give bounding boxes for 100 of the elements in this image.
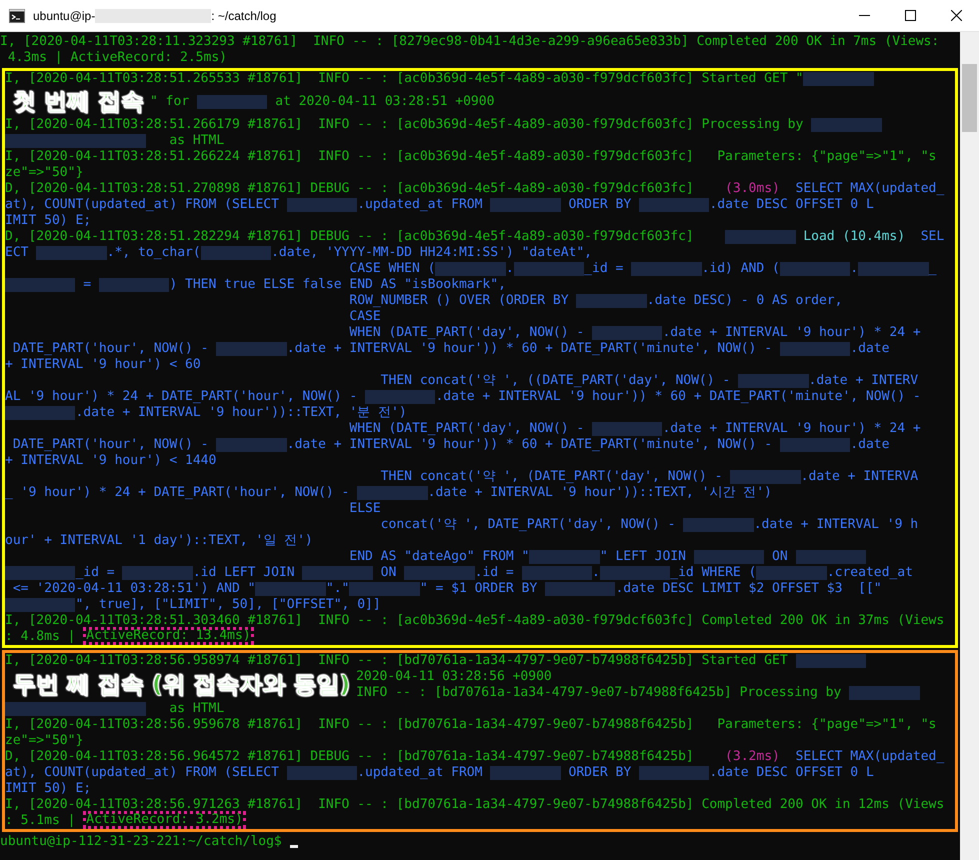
annotation-label: 두번 째 접속 (위 접속자와 동일)	[12, 671, 352, 700]
sql-text: _id WHERE (	[670, 565, 756, 581]
sql-text: .updated_at FROM	[357, 765, 484, 781]
redaction-bar	[631, 262, 702, 276]
redaction-bar	[286, 766, 358, 780]
sql-text: .date DESC LIMIT $2 OFFSET $3 [["	[615, 581, 882, 597]
sql-text: CASE WHEN (	[348, 261, 436, 277]
sql-text: + INTERVAL '9 hour') < 60	[5, 357, 201, 373]
sql-text: .date + INTERVAL '9 hour')) * 60 + DATE_PART('minute', NOW() -	[286, 341, 774, 357]
log-text: I, [2020-04-11T03:28:51.265533 #18761] INFO -- : [ac0b369d-4e5f-4a89-a030-f979dcf603fc] Started GET "	[5, 71, 804, 87]
sql-text: .date, 'YYYY-MM-DD HH24:MI:SS') "dateAt",	[271, 245, 592, 261]
redaction-bar	[529, 550, 600, 564]
sql-text: ROW_NUMBER () OVER (ORDER BY	[348, 293, 570, 309]
log-text: D, [2020-04-11T03:28:56.964572 #18761] DEBUG -- : [bd70761a-1a34-4797-9e07-b74988f6425b]	[5, 749, 694, 765]
sql-text: .updated_at FROM	[357, 197, 484, 213]
redaction-bar	[522, 566, 592, 580]
sql-text: .date + INTERVAL '9 hour') * 24 +	[662, 421, 921, 437]
log-text: D, [2020-04-11T03:28:51.270898 #18761] DEBUG -- : [ac0b369d-4e5f-4a89-a030-f979dcf603fc]	[5, 181, 694, 197]
highlighted-text: ActiveRecord: 13.4ms)	[83, 627, 254, 645]
redaction-bar	[216, 438, 287, 452]
sql-text: .	[850, 261, 858, 277]
sql-text: IMIT 50) E;	[5, 781, 92, 797]
log-text: 2020-04-11 03:28:56 +0900	[356, 669, 552, 685]
sql-text: .date + INTERV	[808, 373, 918, 389]
sql-text: ", true], ["LIMIT", 50], ["OFFSET", 0]]	[75, 597, 381, 613]
sql-text: .id) AND (	[702, 261, 780, 277]
window-title: ubuntu@ip-	[33, 8, 96, 22]
sql-text: _id =	[584, 261, 624, 277]
log-text: I, [2020-04-11T03:28:56.959678 #18761] INFO -- : [bd70761a-1a34-4797-9e07-b74988f6425b] Parameters: {"page"=>"1", "s	[5, 717, 936, 733]
redaction-bar	[98, 278, 170, 292]
redaction-bar	[683, 518, 754, 532]
sql-text: SEL	[920, 229, 944, 245]
redaction-bar	[122, 566, 193, 580]
highlighted-text: ActiveRecord: 3.2ms)	[83, 811, 246, 829]
redaction-bar	[514, 262, 584, 276]
redaction-bar	[490, 198, 561, 212]
sql-text: " LEFT JOIN	[600, 549, 687, 565]
redaction-bar	[600, 566, 670, 580]
scrollbar[interactable]	[960, 32, 979, 860]
redaction-bar	[5, 406, 76, 420]
log-text: : 5.1ms |	[5, 813, 76, 829]
sql-text: .date + INTERVAL '9 hour')) * 60 + DATE_PART('minute', NOW() -	[435, 389, 921, 405]
sql-text: THEN concat('약 ', (DATE_PART('day', NOW() -	[380, 469, 724, 485]
redaction-bar	[803, 72, 874, 86]
sql-text: concat('약 ', DATE_PART('day', NOW() -	[380, 517, 676, 533]
log-text: I, [2020-04-11T03:28:51.303460 #18761] INFO -- : [ac0b369d-4e5f-4a89-a030-f979dcf603fc] Completed 200 OK in 37ms (Views	[5, 613, 944, 629]
log-text: as HTML	[168, 133, 224, 149]
annotation-label: 첫 번째 접속	[12, 88, 146, 117]
sql-text: + INTERVAL '9 hour') < 1440	[5, 453, 216, 469]
redaction-bar	[5, 702, 76, 716]
redaction-bar	[811, 118, 882, 132]
redaction-bar	[796, 654, 866, 668]
redaction-bar	[592, 326, 662, 340]
redaction-bar	[5, 598, 76, 612]
sql-text: WHEN (DATE_PART('day', NOW() -	[348, 325, 586, 341]
sql-text: " = $1 ORDER BY	[420, 581, 538, 597]
redaction-bar	[357, 486, 428, 500]
redaction-bar	[592, 422, 662, 436]
sql-text: .created_at	[826, 565, 913, 581]
redaction-bar	[200, 246, 272, 260]
redaction-bar	[858, 262, 929, 276]
sql-text: .date DESC) - 0 AS order,	[646, 293, 842, 309]
redaction-bar	[730, 470, 801, 484]
redaction-bar	[780, 262, 850, 276]
redaction-bar	[196, 95, 268, 109]
log-text: I, [2020-04-11T03:28:56.971263 #18761] INFO -- : [bd70761a-1a34-4797-9e07-b74988f6425b] Completed 200 OK in 12ms (Views	[5, 797, 944, 813]
redaction-bar	[36, 246, 107, 260]
sql-text: SELECT MAX(updated_	[794, 181, 944, 197]
sql-text: .date	[850, 341, 890, 357]
close-icon	[950, 10, 962, 21]
sql-text: <= '2020-04-11 03:28:51') AND "	[12, 581, 256, 597]
redaction-bar	[490, 766, 561, 780]
log-text: ze"=>"50"}	[5, 165, 84, 181]
sql-text: DATE_PART('hour', NOW() -	[12, 437, 210, 453]
redaction-bar	[75, 702, 146, 716]
sql-text: at), COUNT(updated_at) FROM (SELECT	[5, 765, 280, 781]
sql-text: ORDER BY	[568, 765, 632, 781]
sql-text: SELECT MAX(updated_	[794, 749, 944, 765]
log-text: I, [2020-04-11T03:28:51.266179 #18761] INFO -- : [ac0b369d-4e5f-4a89-a030-f979dcf603fc] Processing by	[5, 117, 804, 133]
redaction-bar	[694, 550, 764, 564]
redaction-bar	[638, 198, 710, 212]
redaction-bar	[216, 342, 287, 356]
sql-text: ELSE	[348, 501, 381, 517]
sql-text: .	[506, 261, 514, 277]
log-text: at 2020-04-11 03:28:51 +0900	[274, 94, 494, 110]
load-text: Load (10.4ms)	[802, 229, 906, 245]
redaction-bar	[5, 134, 76, 148]
log-text: " for	[150, 94, 190, 110]
terminal-icon	[9, 8, 25, 24]
sql-text: .id LEFT JOIN	[192, 565, 296, 581]
sql-text: _id =	[75, 565, 116, 581]
redaction-bar	[638, 766, 710, 780]
redaction-bar	[302, 566, 373, 580]
redaction-bar	[725, 230, 796, 244]
duration-text: (3.2ms)	[724, 749, 780, 765]
sql-text: THEN concat('약 ', ((DATE_PART('day', NOW() -	[380, 373, 732, 389]
redaction-bar	[365, 390, 436, 404]
redaction-bar	[849, 686, 920, 700]
sql-text: WHEN (DATE_PART('day', NOW() -	[348, 421, 586, 437]
shell-prompt: ubuntu@ip-112-31-23-221:~/catch/log$	[0, 834, 283, 850]
